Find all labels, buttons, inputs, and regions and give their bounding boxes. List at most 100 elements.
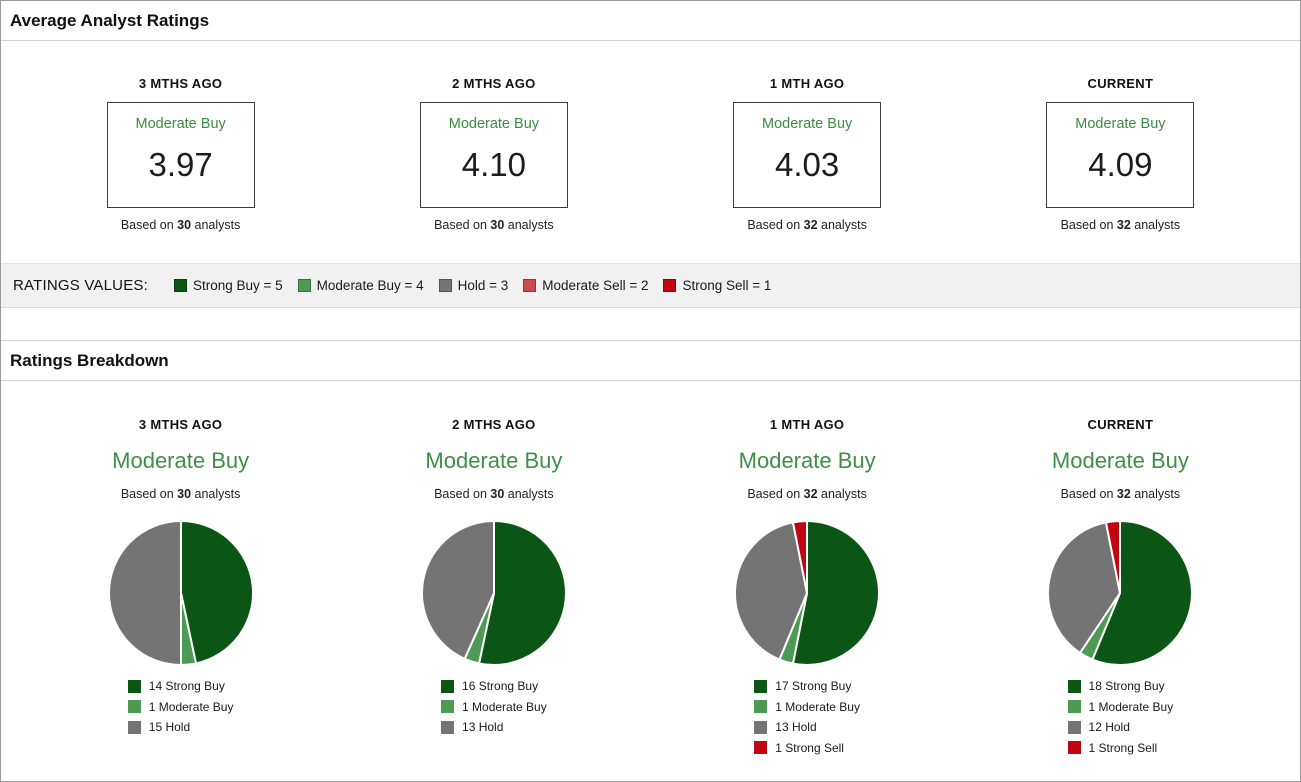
rating-value: 4.03 bbox=[775, 146, 840, 183]
based-on-text: Based on 30 analysts bbox=[337, 487, 650, 501]
analyst-count: 32 bbox=[803, 218, 818, 232]
consensus-label: Moderate Buy bbox=[761, 116, 853, 132]
ratings-value-item-label: Strong Buy = 5 bbox=[192, 278, 283, 293]
pie-legend-label: 18 Strong Buy bbox=[1088, 679, 1165, 693]
average-ratings-columns: 3 MTHS AGO Moderate Buy 3.97 Based on 30… bbox=[1, 41, 1300, 263]
consensus-label: Moderate Buy bbox=[135, 116, 226, 132]
based-on-text: Based on 32 analysts bbox=[964, 487, 1277, 501]
analyst-count: 30 bbox=[490, 218, 505, 232]
based-on-suffix: analysts bbox=[817, 487, 867, 501]
legend-swatch-icon bbox=[297, 279, 311, 292]
consensus-label: Moderate Buy bbox=[425, 448, 563, 473]
based-on-prefix: Based on bbox=[120, 487, 178, 501]
period-label: 2 MTHS AGO bbox=[452, 417, 536, 432]
ratings-values-label: RATINGS VALUES: bbox=[13, 277, 148, 294]
breakdown-columns: 3 MTHS AGO Moderate Buy Based on 30 analys… bbox=[1, 381, 1300, 761]
rating-box: Moderate Buy 4.10 bbox=[419, 102, 568, 208]
pie-legend-row: 1 Moderate Buy bbox=[441, 700, 547, 714]
based-on-suffix: analysts bbox=[1130, 218, 1181, 232]
ratings-value-item-label: Moderate Sell = 2 bbox=[542, 278, 649, 293]
legend-swatch-icon bbox=[441, 720, 455, 734]
consensus-label: Moderate Buy bbox=[1051, 448, 1189, 473]
pie-legend-label: 12 Hold bbox=[1088, 720, 1130, 734]
period-label: 1 MTH AGO bbox=[769, 417, 845, 432]
pie-legend-label: 1 Moderate Buy bbox=[462, 699, 547, 714]
based-on-suffix: analysts bbox=[1130, 487, 1181, 501]
legend-swatch-icon bbox=[173, 279, 187, 292]
consensus-label: Moderate Buy bbox=[448, 116, 540, 132]
legend-swatch-icon bbox=[523, 279, 537, 292]
average-column-current: CURRENT Moderate Buy 4.09 Based on 32 an… bbox=[964, 76, 1277, 263]
based-on-prefix: Based on bbox=[434, 487, 491, 501]
legend-swatch-icon bbox=[1067, 741, 1081, 754]
pie-legend-row: 13 Hold bbox=[754, 720, 860, 734]
pie-legend-row: 1 Moderate Buy bbox=[1067, 699, 1174, 714]
breakdown-column: 2 MTHS AGO Moderate Buy Based on 30 analys… bbox=[337, 417, 650, 761]
pie-legend-row: 18 Strong Buy bbox=[1067, 679, 1174, 693]
analyst-count: 30 bbox=[490, 487, 505, 501]
breakdown-column: 3 MTHS AGO Moderate Buy Based on 30 analys… bbox=[24, 417, 337, 761]
ratings-value-item: Strong Sell = 1 bbox=[663, 278, 771, 293]
based-on-prefix: Based on bbox=[747, 218, 804, 232]
pie-legend-label: 13 Hold bbox=[462, 720, 504, 734]
rating-value: 3.97 bbox=[148, 146, 213, 183]
period-label: CURRENT bbox=[1087, 76, 1154, 91]
analyst-count: 30 bbox=[177, 487, 192, 501]
based-on-text: Based on 32 analysts bbox=[964, 218, 1277, 232]
ratings-breakdown-title: Ratings Breakdown bbox=[1, 341, 1300, 381]
legend-swatch-icon bbox=[754, 700, 768, 713]
period-label: 1 MTH AGO bbox=[769, 76, 845, 91]
pie-chart-svg bbox=[1047, 519, 1194, 666]
pie-legend: 16 Strong Buy 1 Moderate Buy 13 Hold bbox=[441, 679, 547, 741]
based-on-suffix: analysts bbox=[191, 487, 241, 501]
pie-chart-svg bbox=[107, 520, 254, 667]
pie-chart-svg bbox=[734, 519, 881, 666]
pie-legend-row: 17 Strong Buy bbox=[754, 679, 860, 693]
analyst-ratings-page: { "colors": { "strong_buy": "#0b5615", "… bbox=[0, 0, 1301, 782]
consensus-label: Moderate Buy bbox=[738, 448, 876, 473]
period-label: 2 MTHS AGO bbox=[452, 76, 536, 91]
pie-legend-label: 1 Strong Sell bbox=[775, 740, 844, 755]
consensus-label: Moderate Buy bbox=[1075, 116, 1166, 132]
pie-legend-row: 15 Hold bbox=[127, 720, 234, 734]
average-column-1mth: 1 MTH AGO Moderate Buy 4.03 Based on 32 … bbox=[651, 76, 964, 263]
pie-chart bbox=[24, 518, 337, 667]
legend-swatch-icon bbox=[127, 720, 141, 734]
pie-legend-row: 14 Strong Buy bbox=[127, 679, 234, 693]
based-on-suffix: analysts bbox=[817, 218, 867, 232]
legend-swatch-icon bbox=[127, 679, 141, 693]
pie-legend-label: 1 Moderate Buy bbox=[1088, 699, 1174, 714]
based-on-prefix: Based on bbox=[120, 218, 178, 232]
pie-slice-hold bbox=[107, 520, 182, 666]
period-label: CURRENT bbox=[1087, 417, 1154, 432]
period-label: 3 MTHS AGO bbox=[138, 76, 223, 91]
based-on-text: Based on 30 analysts bbox=[24, 218, 337, 232]
based-on-suffix: analysts bbox=[504, 218, 554, 232]
legend-swatch-icon bbox=[127, 700, 141, 713]
based-on-prefix: Based on bbox=[1060, 487, 1117, 501]
legend-swatch-icon bbox=[1067, 700, 1081, 713]
breakdown-column: 1 MTH AGO Moderate Buy Based on 32 analyst… bbox=[651, 417, 964, 761]
based-on-text: Based on 32 analysts bbox=[651, 218, 964, 232]
based-on-prefix: Based on bbox=[747, 487, 804, 501]
pie-legend: 18 Strong Buy 1 Moderate Buy 12 Hold 1 Stro… bbox=[1067, 679, 1174, 761]
pie-legend: 14 Strong Buy 1 Moderate Buy 15 Hold bbox=[127, 679, 234, 741]
average-ratings-title: Average Analyst Ratings bbox=[1, 1, 1300, 41]
consensus-label: Moderate Buy bbox=[112, 448, 250, 473]
average-analyst-ratings-section: Average Analyst Ratings 3 MTHS AGO Moder… bbox=[1, 1, 1300, 308]
pie-chart bbox=[337, 518, 650, 666]
rating-value: 4.09 bbox=[1088, 146, 1153, 183]
ratings-value-item: Moderate Sell = 2 bbox=[523, 278, 648, 293]
pie-legend-label: 17 Strong Buy bbox=[775, 679, 852, 693]
pie-legend-row: 1 Strong Sell bbox=[1067, 741, 1174, 755]
pie-legend-row: 12 Hold bbox=[1067, 720, 1174, 734]
ratings-value-item-label: Strong Sell = 1 bbox=[682, 278, 772, 293]
pie-legend-label: 14 Strong Buy bbox=[148, 679, 225, 693]
analyst-count: 32 bbox=[1116, 218, 1131, 232]
rating-box: Moderate Buy 3.97 bbox=[106, 102, 255, 208]
pie-legend-label: 15 Hold bbox=[148, 720, 191, 734]
ratings-value-item-label: Hold = 3 bbox=[457, 278, 509, 293]
based-on-prefix: Based on bbox=[1060, 218, 1117, 232]
based-on-text: Based on 30 analysts bbox=[337, 218, 650, 232]
average-column-2mths: 2 MTHS AGO Moderate Buy 4.10 Based on 30… bbox=[337, 76, 650, 263]
